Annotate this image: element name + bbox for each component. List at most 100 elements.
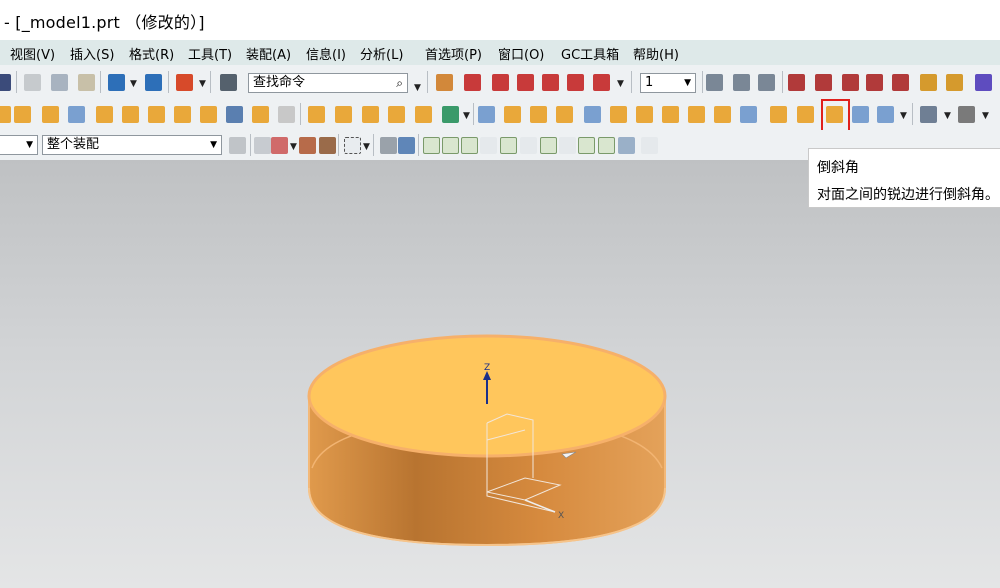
cylinder-model[interactable]: Z X [0,160,1000,588]
snap-grid-icon[interactable] [641,137,658,154]
menu-assembly[interactable]: 装配(A) [246,44,291,63]
snap-intersection-icon[interactable] [480,137,497,154]
boss-icon[interactable] [96,106,113,123]
menu-insert[interactable]: 插入(S) [70,44,114,63]
snap-quadrant-icon[interactable] [559,137,576,154]
fit-view-icon[interactable] [920,106,937,123]
sketch-icon[interactable] [436,74,453,91]
pocket-icon[interactable] [122,106,139,123]
pattern-icon[interactable] [362,106,379,123]
extend-sheet-icon[interactable] [688,106,705,123]
snap-face-icon[interactable] [618,137,635,154]
redo-icon[interactable] [145,74,162,91]
unite-icon[interactable] [308,106,325,123]
chevron-down-icon[interactable]: ▼ [982,111,989,121]
cut-icon[interactable] [24,74,41,91]
slot-icon[interactable] [174,106,191,123]
menu-view[interactable]: 视图(V) [10,44,55,63]
select-by-rule-icon[interactable] [254,137,271,154]
fillet-curve-icon[interactable] [567,74,584,91]
chevron-down-icon[interactable]: ▼ [617,79,624,89]
datum-plane-icon[interactable] [842,74,859,91]
copy-icon[interactable] [51,74,68,91]
subtract-icon[interactable] [335,106,352,123]
hole-icon[interactable] [42,106,59,123]
select-features-icon[interactable] [271,137,288,154]
soft-blend-icon[interactable] [877,106,894,123]
information-icon[interactable] [220,74,237,91]
save-icon[interactable] [0,74,11,91]
face-blend-icon[interactable] [797,106,814,123]
nx5-feature-icon[interactable] [68,106,85,123]
spline-icon[interactable] [542,74,559,91]
type-filter-select[interactable]: ▼ [0,135,38,155]
undo-icon[interactable] [108,74,125,91]
draft-icon[interactable] [556,106,573,123]
select-face-icon[interactable] [398,137,415,154]
trim-body-icon[interactable] [415,106,432,123]
show-hide-icon[interactable] [975,74,992,91]
curve-icon[interactable] [464,74,481,91]
chevron-down-icon[interactable]: ▼ [944,111,951,121]
chevron-down-icon[interactable]: ▼ [900,111,907,121]
menu-info[interactable]: 信息(I) [306,44,346,63]
chevron-down-icon[interactable]: ▼ [684,74,691,92]
filter-settings-icon[interactable] [229,137,246,154]
graphics-viewport[interactable]: Z X [0,160,1000,588]
measure-distance-icon[interactable] [176,74,193,91]
search-icon[interactable]: ⌕ [396,74,403,92]
snap-endpoint-icon[interactable] [423,137,440,154]
scale-body-icon[interactable] [610,106,627,123]
datum-point-icon[interactable] [788,74,805,91]
rectangle-select-icon[interactable] [344,137,361,154]
block-icon[interactable] [252,106,269,123]
cursor-icon[interactable] [319,137,336,154]
cylinder-icon[interactable] [226,106,243,123]
blend-corner-icon[interactable] [852,106,869,123]
thread-icon[interactable] [278,106,295,123]
selection-scope-select[interactable]: 整个装配 ▼ [42,135,222,155]
chevron-down-icon[interactable]: ▼ [26,136,33,154]
groove-icon[interactable] [200,106,217,123]
mirror-icon[interactable] [388,106,405,123]
trim-sheet-icon[interactable] [662,106,679,123]
sew-icon[interactable] [584,106,601,123]
move-to-layer-icon[interactable] [733,74,750,91]
menu-help[interactable]: 帮助(H) [633,44,679,63]
offset-face-icon[interactable] [442,106,459,123]
wcs-icon[interactable] [892,74,909,91]
shell-icon[interactable] [504,106,521,123]
select-body-icon[interactable] [380,137,397,154]
edge-blend-icon[interactable] [770,106,787,123]
snap-control-point-icon[interactable] [461,137,478,154]
menu-format[interactable]: 格式(R) [129,44,174,63]
paste-icon[interactable] [78,74,95,91]
line-icon[interactable] [492,74,509,91]
chevron-down-icon[interactable]: ▼ [210,136,217,154]
chevron-down-icon[interactable]: ▼ [363,142,370,152]
menu-preferences[interactable]: 首选项(P) [425,44,482,63]
snap-tangent-icon[interactable] [598,137,615,154]
thicken-icon[interactable] [636,106,653,123]
command-finder-input[interactable]: 查找命令 ⌕ [248,73,408,93]
layer-select[interactable]: 1 ▼ [640,73,696,93]
datum-csys-icon[interactable] [866,74,883,91]
snap-center-icon[interactable] [540,137,557,154]
copy-to-layer-icon[interactable] [758,74,775,91]
datum-axis-icon[interactable] [815,74,832,91]
extrude-icon[interactable] [0,106,11,123]
edit-display-icon[interactable] [946,74,963,91]
chevron-down-icon[interactable]: ▼ [290,142,297,152]
menu-analysis[interactable]: 分析(L) [360,44,403,63]
chevron-down-icon[interactable]: ▼ [463,111,470,121]
view-orientation-icon[interactable] [958,106,975,123]
split-body-icon[interactable] [478,106,495,123]
snap-arc-center-icon[interactable] [520,137,537,154]
chevron-down-icon[interactable]: ▼ [199,79,206,89]
menu-window[interactable]: 窗口(O) [498,44,544,63]
snap-midpoint-icon[interactable] [442,137,459,154]
layer-settings-icon[interactable] [706,74,723,91]
revolve-icon[interactable] [14,106,31,123]
pad-icon[interactable] [148,106,165,123]
menu-tools[interactable]: 工具(T) [188,44,232,63]
